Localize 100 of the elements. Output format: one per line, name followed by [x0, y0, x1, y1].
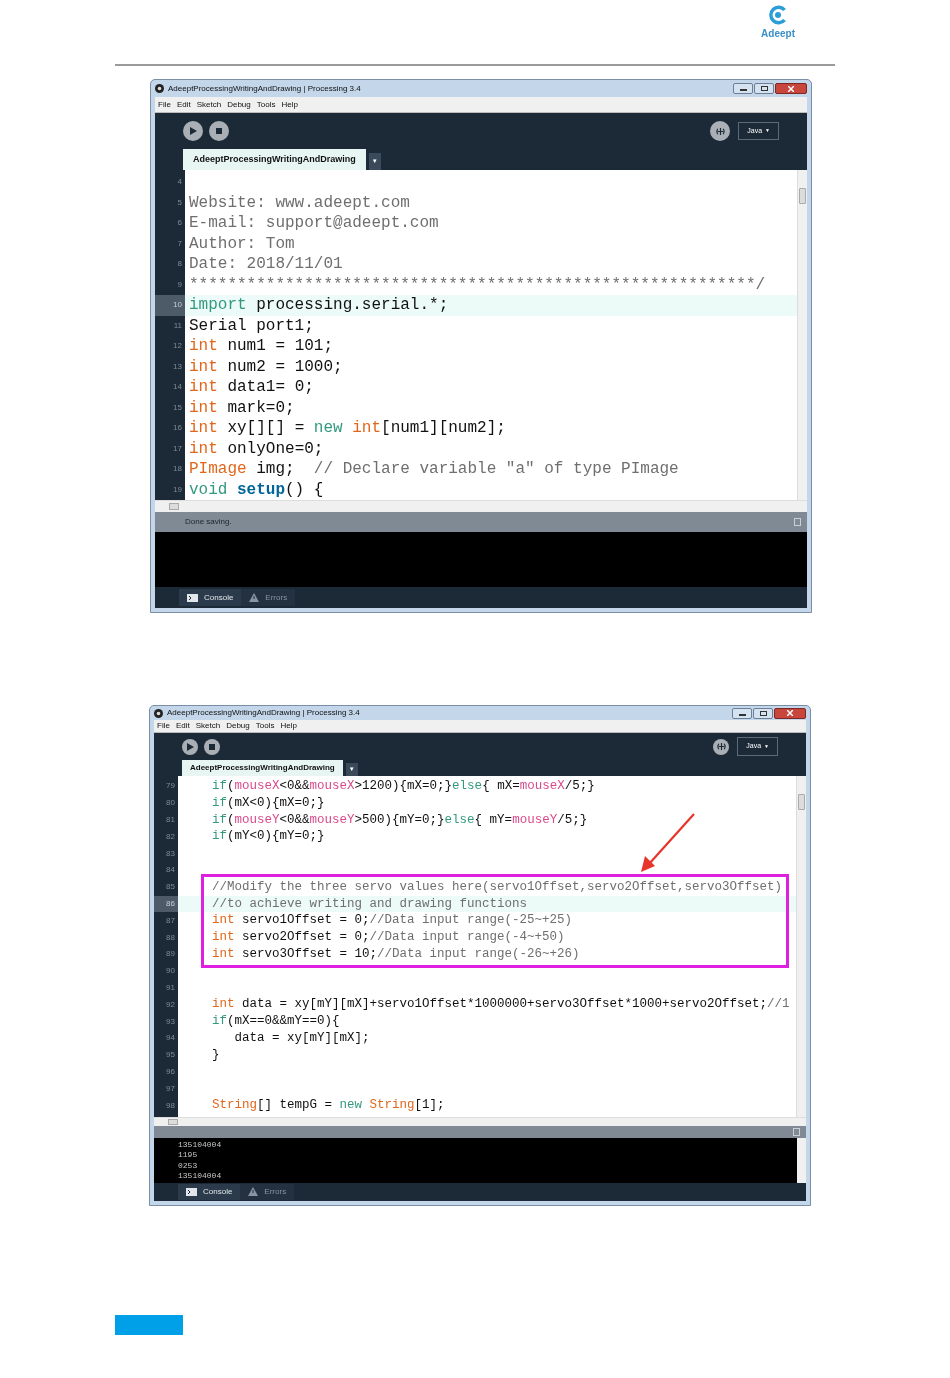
code-line: Serial port1;	[188, 315, 314, 337]
menu-item[interactable]: File	[157, 720, 170, 732]
window-title: AdeeptProcessingWritingAndDrawing | Processing 3.4	[168, 82, 361, 95]
status-message: Done saving.	[185, 516, 232, 528]
line-number: 5	[176, 196, 183, 209]
line-number: 93	[165, 1015, 176, 1028]
sketch-tab[interactable]: AdeeptProcessingWritingAndDrawing	[182, 760, 343, 776]
close-button[interactable]	[774, 707, 806, 719]
line-number: 90	[165, 965, 176, 978]
close-icon	[787, 710, 793, 716]
code-line: Author: Tom	[188, 233, 295, 255]
app-icon	[154, 708, 163, 718]
line-number: 81	[165, 814, 176, 826]
page-marker	[115, 1315, 183, 1335]
code-line: PImage img; // Declare variable "a" of type PImage	[188, 459, 679, 481]
line-number: 85	[165, 881, 176, 894]
stop-button[interactable]	[204, 738, 220, 755]
play-icon	[189, 127, 197, 135]
console-scrollbar[interactable]	[797, 1138, 806, 1183]
play-icon	[186, 742, 194, 751]
app-icon	[155, 84, 164, 93]
line-number: 80	[165, 797, 176, 810]
code-line: Website: www.adeept.com	[188, 192, 410, 214]
line-number: 7	[176, 237, 183, 250]
stop-icon	[209, 743, 215, 750]
line-number: 14	[172, 381, 183, 394]
line-number: 89	[165, 948, 176, 961]
menu-item[interactable]: Help	[281, 98, 298, 111]
code-line: if(mouseX<0&&mouseX>1200){mX=0;}else{ mX=mouseX/5;}	[211, 778, 595, 796]
code-line: //Modify the three servo values here(servo1Offset,servo2Offset,servo3Offset)	[211, 878, 783, 896]
line-number: 13	[172, 360, 183, 373]
console-tab[interactable]: Errors	[240, 1184, 295, 1200]
console-output: 1195	[178, 1150, 199, 1161]
line-number: 6	[176, 217, 183, 230]
line-number: 17	[172, 442, 183, 455]
vertical-scrollbar[interactable]	[796, 776, 806, 1117]
close-button[interactable]	[775, 83, 807, 94]
vertical-scrollbar[interactable]	[797, 170, 807, 500]
terminal-icon	[186, 1188, 197, 1196]
console-tab[interactable]: Console	[178, 1184, 241, 1200]
horizontal-scrollbar[interactable]	[154, 1117, 806, 1126]
menu-item[interactable]: Help	[280, 720, 297, 732]
run-button[interactable]	[183, 121, 203, 141]
menu-item[interactable]: Tools	[255, 720, 275, 732]
code-line: int data = xy[mY][mX]+servo1Offset*1000000+servo3Offset*1000+servo2Offset;//1	[211, 996, 790, 1014]
line-number: 83	[165, 847, 176, 860]
line-number: 84	[165, 864, 176, 877]
stop-icon	[216, 128, 222, 134]
sketch-tab[interactable]: AdeeptProcessingWritingAndDrawing	[183, 149, 366, 170]
code-line: Date: 2018/11/01	[188, 254, 343, 276]
menu-item[interactable]: Edit	[176, 98, 191, 111]
code-line: data = xy[mY][mX];	[233, 1030, 370, 1047]
menu-item[interactable]: Sketch	[196, 98, 222, 111]
warning-icon	[249, 593, 260, 602]
annotation-arrow	[639, 812, 697, 874]
line-number: 96	[165, 1065, 176, 1078]
bug-icon	[715, 126, 725, 136]
line-number: 15	[172, 401, 183, 414]
menu-item[interactable]: Debug	[227, 98, 251, 111]
code-line: ***********************************************************/	[188, 274, 766, 296]
code-line: //to achieve writing and drawing functions	[211, 895, 528, 913]
debug-button[interactable]	[710, 121, 731, 141]
line-number: 18	[172, 463, 183, 476]
line-number: 11	[172, 319, 183, 332]
console-tab[interactable]: Errors	[241, 588, 296, 607]
code-line: int xy[][] = new int[num1][num2];	[188, 418, 506, 440]
menu-item[interactable]: File	[158, 98, 171, 111]
logo-text: Adeept	[761, 27, 795, 41]
code-line: int data1= 0;	[188, 377, 314, 399]
line-number: 9	[176, 278, 183, 291]
code-line: if(mouseY<0&&mouseY>500){mY=0;}else{ mY=mouseY/5;}	[211, 811, 588, 829]
line-number: 97	[165, 1082, 176, 1095]
code-line: void setup() {	[188, 479, 324, 500]
console-tab[interactable]: Console	[179, 588, 242, 607]
code-line: if(mX<0){mX=0;}	[211, 794, 325, 812]
console-output: 135104004	[178, 1140, 222, 1151]
code-line: int servo1Offset = 0;//Data input range(-25~+25)	[211, 912, 573, 930]
line-number: 94	[165, 1032, 176, 1045]
line-number: 88	[165, 931, 176, 944]
minimize-button[interactable]	[733, 83, 753, 94]
menu-item[interactable]: Debug	[226, 720, 250, 732]
code-line: int servo3Offset = 10;//Data input range(-26~+26)	[211, 946, 580, 963]
stop-button[interactable]	[209, 121, 229, 141]
line-number: 92	[165, 998, 176, 1011]
debug-button[interactable]	[713, 738, 730, 755]
code-line: }	[211, 1046, 220, 1064]
menu-item[interactable]: Edit	[175, 720, 190, 732]
line-number: 8	[176, 258, 183, 271]
clipboard-icon	[794, 518, 801, 526]
run-button[interactable]	[182, 738, 198, 755]
menu-item[interactable]: Tools	[256, 98, 276, 111]
code-line: E-mail: support@adeept.com	[188, 213, 439, 235]
maximize-button[interactable]	[753, 707, 773, 719]
close-icon	[788, 85, 794, 92]
line-number: 98	[165, 1099, 176, 1112]
menu-item[interactable]: Sketch	[195, 720, 221, 732]
line-number: 82	[165, 830, 176, 843]
minimize-button[interactable]	[732, 707, 752, 719]
maximize-button[interactable]	[754, 83, 774, 94]
horizontal-scrollbar[interactable]	[155, 500, 807, 512]
